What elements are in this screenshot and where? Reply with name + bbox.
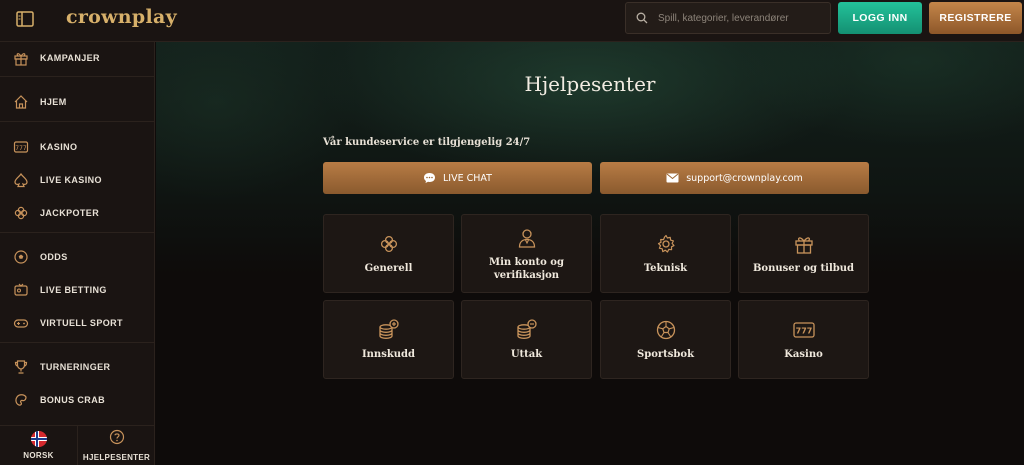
user-icon xyxy=(516,226,538,250)
sidebar-item-label: LIVE KASINO xyxy=(40,175,102,185)
clover-icon xyxy=(12,204,30,222)
card-label: Sportsbok xyxy=(637,349,694,360)
coins-minus-icon xyxy=(515,318,539,342)
card-label: Uttak xyxy=(510,349,543,360)
help-card-bonuser[interactable]: Bonuser og tilbud xyxy=(738,214,869,293)
sidebar-toggle-icon[interactable] xyxy=(14,9,36,29)
help-center-link[interactable]: HJELPESENTER xyxy=(78,426,155,465)
spade-icon xyxy=(12,171,30,189)
sidebar: KAMPANJER HJEM 777 KASINO LIVE KASINO JA… xyxy=(0,42,155,465)
sidebar-item-label: ODDS xyxy=(40,252,68,262)
help-card-sportsbok[interactable]: Sportsbok xyxy=(600,300,731,379)
live-chat-label: LIVE CHAT xyxy=(443,172,492,184)
sidebar-item-jackpoter[interactable]: JACKPOTER xyxy=(0,198,155,228)
help-card-uttak[interactable]: Uttak xyxy=(461,300,592,379)
sidebar-divider xyxy=(0,76,155,77)
gift-icon xyxy=(793,232,815,256)
svg-text:777: 777 xyxy=(15,145,27,152)
card-label: Generell xyxy=(364,263,413,274)
sidebar-item-live-betting[interactable]: LIVE BETTING xyxy=(0,275,155,305)
search-icon xyxy=(636,9,648,28)
sidebar-divider xyxy=(0,121,155,122)
trophy-icon xyxy=(12,358,30,376)
sidebar-item-label: TURNERINGER xyxy=(40,362,111,372)
sidebar-item-odds[interactable]: ODDS xyxy=(0,242,155,272)
logo[interactable]: crownplay xyxy=(66,6,177,28)
help-question-icon xyxy=(109,429,125,449)
norway-flag-icon xyxy=(30,431,47,447)
sidebar-item-label: KAMPANJER xyxy=(40,53,100,63)
sidebar-item-bonus-crab[interactable]: BONUS CRAB xyxy=(0,385,155,415)
chat-bubble-icon xyxy=(423,172,436,184)
gear-icon xyxy=(655,232,677,256)
help-card-generell[interactable]: Generell xyxy=(323,214,454,293)
email-support-button[interactable]: support@crownplay.com xyxy=(600,162,869,194)
availability-text: Vår kundeservice er tilgjengelig 24/7 xyxy=(323,137,531,148)
crab-claw-icon xyxy=(12,391,30,409)
sidebar-item-label: BONUS CRAB xyxy=(40,395,106,405)
sidebar-item-label: HJEM xyxy=(40,97,67,107)
envelope-icon xyxy=(666,173,679,183)
sidebar-item-virtuell-sport[interactable]: VIRTUELL SPORT xyxy=(0,308,155,338)
language-selector[interactable]: NORSK xyxy=(0,426,78,465)
card-label: Kasino xyxy=(784,349,823,360)
help-center-label: HJELPESENTER xyxy=(82,453,151,462)
sidebar-item-kasino[interactable]: 777 KASINO xyxy=(0,132,155,162)
card-label: Innskudd xyxy=(361,349,416,360)
gamepad-icon xyxy=(12,314,30,332)
register-button[interactable]: REGISTRERE xyxy=(929,2,1022,34)
sidebar-footer: NORSK HJELPESENTER xyxy=(0,425,155,465)
card-label: Bonuser og tilbud xyxy=(752,263,855,274)
gift-icon xyxy=(12,49,30,67)
clover-icon xyxy=(378,232,400,256)
sidebar-item-hjem[interactable]: HJEM xyxy=(0,87,155,117)
sidebar-item-turneringer[interactable]: TURNERINGER xyxy=(0,352,155,382)
card-label: Min konto og verifikasjon xyxy=(489,256,564,281)
sidebar-divider xyxy=(0,232,155,233)
sidebar-item-label: KASINO xyxy=(40,142,78,152)
card-label: Teknisk xyxy=(643,263,688,274)
sidebar-item-label: VIRTUELL SPORT xyxy=(40,318,123,328)
sidebar-item-label: LIVE BETTING xyxy=(40,285,107,295)
search-input[interactable] xyxy=(658,12,818,24)
sidebar-item-live-kasino[interactable]: LIVE KASINO xyxy=(0,165,155,195)
home-icon xyxy=(12,93,30,111)
slot-777-icon: 777 xyxy=(12,138,30,156)
language-label: NORSK xyxy=(23,451,54,460)
email-label: support@crownplay.com xyxy=(686,172,803,184)
live-tv-icon xyxy=(12,281,30,299)
help-card-min-konto[interactable]: Min konto og verifikasjon xyxy=(461,214,592,293)
help-card-teknisk[interactable]: Teknisk xyxy=(600,214,731,293)
login-button[interactable]: LOGG INN xyxy=(838,2,922,34)
svg-text:777: 777 xyxy=(795,327,812,336)
sidebar-divider xyxy=(0,342,155,343)
help-card-kasino[interactable]: 777 Kasino xyxy=(738,300,869,379)
help-card-innskudd[interactable]: Innskudd xyxy=(323,300,454,379)
sidebar-item-label: JACKPOTER xyxy=(40,208,100,218)
live-chat-button[interactable]: LIVE CHAT xyxy=(323,162,592,194)
coins-plus-icon xyxy=(377,318,401,342)
slot-777-icon: 777 xyxy=(792,318,816,342)
page-title: Hjelpesenter xyxy=(524,72,656,96)
football-icon xyxy=(655,318,677,342)
football-icon xyxy=(12,248,30,266)
sidebar-item-kampanjer[interactable]: KAMPANJER xyxy=(0,43,155,73)
search-bar[interactable] xyxy=(625,2,831,34)
top-bar: crownplay LOGG INN REGISTRERE xyxy=(0,0,1024,42)
main-content: Hjelpesenter Vår kundeservice er tilgjen… xyxy=(156,42,1024,465)
